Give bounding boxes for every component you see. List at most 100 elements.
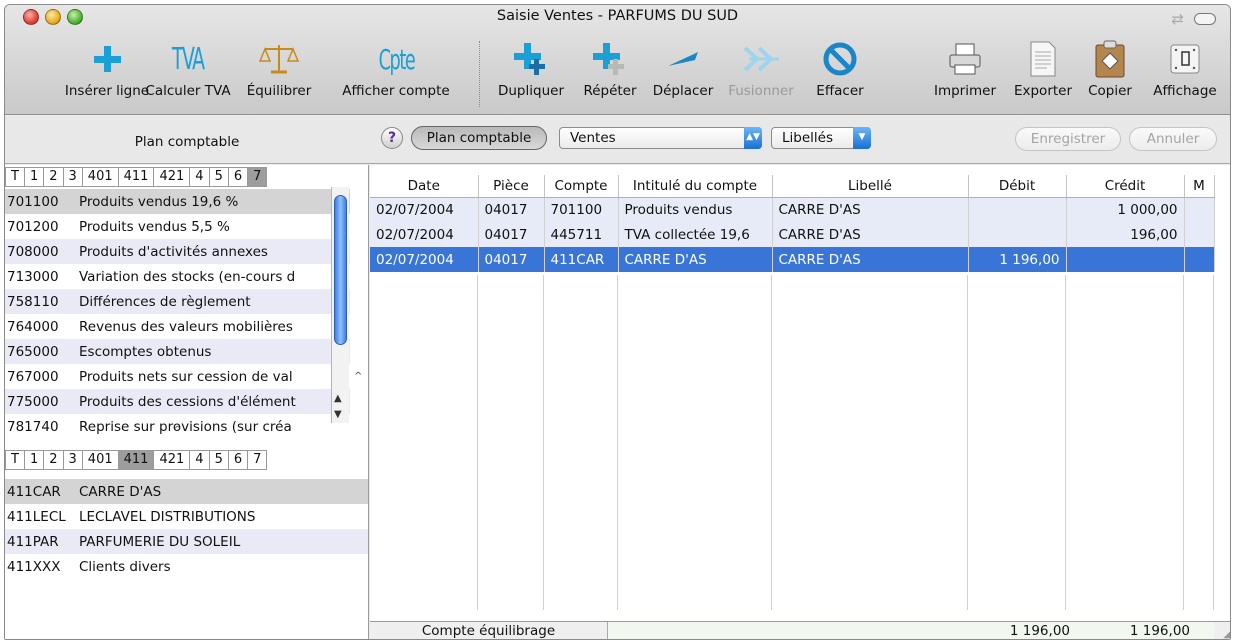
tab-411[interactable]: 411: [117, 167, 154, 187]
tab-421[interactable]: 421: [153, 450, 190, 470]
table-header: Date Pièce Compte Intitulé du compte Lib…: [370, 175, 1215, 198]
column-divider: [477, 275, 478, 610]
entries-pane: Date Pièce Compte Intitulé du compte Lib…: [370, 165, 1230, 639]
tab-2[interactable]: 2: [43, 450, 63, 470]
tab-4[interactable]: 4: [189, 450, 209, 470]
tab-t[interactable]: T: [5, 167, 24, 187]
col-libelle[interactable]: Libellé: [772, 175, 969, 198]
list-item[interactable]: 701100 Produits vendus 19,6 %: [5, 189, 350, 214]
list-item[interactable]: 708000 Produits d'activités annexes: [5, 239, 350, 264]
erase-button[interactable]: Effacer: [805, 35, 875, 115]
tab-6[interactable]: 6: [227, 450, 248, 470]
chevron-down-icon: ▼: [853, 127, 871, 149]
tab-3[interactable]: 3: [62, 167, 82, 187]
control-band: Plan comptable ? Plan comptable Ventes ▲…: [5, 116, 1230, 164]
cpte-icon: Cpte: [378, 42, 415, 76]
col-date[interactable]: Date: [370, 175, 479, 198]
tab-421[interactable]: 421: [153, 167, 190, 187]
col-m[interactable]: M: [1184, 175, 1215, 198]
merge-icon: [721, 35, 801, 83]
tab-411[interactable]: 411: [117, 450, 154, 470]
display-button[interactable]: Affichage: [1145, 35, 1225, 115]
column-divider: [1065, 275, 1066, 610]
list-item[interactable]: 767000 Produits nets sur cession de val: [5, 364, 350, 389]
show-account-button[interactable]: Cpte Afficher compte: [323, 35, 469, 115]
help-button[interactable]: ?: [381, 127, 403, 149]
tab-2[interactable]: 2: [43, 167, 63, 187]
list-item[interactable]: 411LECL LECLAVEL DISTRIBUTIONS: [5, 504, 368, 529]
duplicate-icon: [489, 35, 573, 83]
column-divider: [1213, 275, 1214, 610]
tab-1[interactable]: 1: [23, 167, 44, 187]
save-button[interactable]: Enregistrer: [1015, 127, 1121, 151]
tab-6[interactable]: 6: [227, 167, 248, 187]
repeat-button[interactable]: Répéter: [575, 35, 645, 115]
merge-button[interactable]: Fusionner: [721, 35, 801, 115]
list-item[interactable]: 701200 Produits vendus 5,5 %: [5, 214, 350, 239]
balance-button[interactable]: Équilibrer: [237, 35, 321, 115]
titlebar: Saisie Ventes - PARFUMS DU SUD ⇄ Insérer…: [5, 5, 1230, 115]
tab-401[interactable]: 401: [81, 167, 118, 187]
table-row[interactable]: 02/07/2004 04017 445711 TVA collectée 19…: [370, 222, 1215, 247]
libelles-select[interactable]: Libellés ▼: [771, 127, 871, 149]
cancel-button[interactable]: Annuler: [1129, 127, 1217, 151]
copy-button[interactable]: Copier: [1079, 35, 1141, 115]
list-item[interactable]: 411PAR PARFUMERIE DU SOLEIL: [5, 529, 368, 554]
toolbar-toggle-button[interactable]: [1194, 13, 1216, 25]
calculate-tva-button[interactable]: TVA Calculer TVA: [141, 35, 235, 115]
updown-arrows-icon: ▲▼: [744, 127, 762, 149]
list-item[interactable]: 411CAR CARRE D'AS: [5, 479, 368, 504]
column-divider: [617, 275, 618, 610]
tab-7[interactable]: 7: [247, 167, 268, 187]
table-row[interactable]: 02/07/2004 04017 701100 Produits vendus …: [370, 197, 1215, 222]
account-list-bottom: 411CAR CARRE D'AS 411LECL LECLAVEL DISTRIB…: [5, 479, 368, 579]
pane-splitter[interactable]: ^: [5, 425, 350, 439]
printer-icon: [925, 35, 1005, 83]
account-list-scrollbar[interactable]: ▲ ▼: [331, 187, 349, 423]
list-item[interactable]: 764000 Revenus des valeurs mobilières: [5, 314, 350, 339]
column-divider: [543, 275, 544, 610]
col-piece[interactable]: Pièce: [478, 175, 545, 198]
tab-5[interactable]: 5: [208, 167, 228, 187]
copy-icon: [1079, 35, 1141, 83]
export-button[interactable]: Exporter: [1005, 35, 1081, 115]
duplicate-button[interactable]: Dupliquer: [489, 35, 573, 115]
move-button[interactable]: Déplacer: [645, 35, 721, 115]
col-intitule[interactable]: Intitulé du compte: [618, 175, 773, 198]
tab-3[interactable]: 3: [62, 450, 82, 470]
tab-1[interactable]: 1: [23, 450, 44, 470]
resize-grip-icon[interactable]: ◢: [1223, 629, 1230, 639]
tab-4[interactable]: 4: [189, 167, 209, 187]
scroll-up-arrow-icon[interactable]: ▲: [334, 393, 342, 404]
list-item[interactable]: 765000 Escomptes obtenus: [5, 339, 350, 364]
plan-comptable-button[interactable]: Plan comptable: [411, 126, 547, 150]
print-button[interactable]: Imprimer: [925, 35, 1005, 115]
tab-7[interactable]: 7: [247, 450, 268, 470]
col-credit[interactable]: Crédit: [1066, 175, 1185, 198]
window: Saisie Ventes - PARFUMS DU SUD ⇄ Insérer…: [4, 4, 1231, 640]
list-item[interactable]: 775000 Produits des cessions d'élément: [5, 389, 350, 414]
table-row[interactable]: 02/07/2004 04017 411CAR CARRE D'AS CARRE…: [370, 247, 1215, 272]
toolbar-separator: [479, 41, 480, 107]
column-divider: [1183, 275, 1184, 610]
scroll-down-arrow-icon[interactable]: ▼: [334, 409, 342, 420]
tab-401[interactable]: 401: [81, 450, 118, 470]
list-item[interactable]: 758110 Différences de règlement: [5, 289, 350, 314]
tva-icon: TVA: [172, 41, 205, 77]
entries-table: Date Pièce Compte Intitulé du compte Lib…: [370, 175, 1215, 272]
total-credit: 1 196,00: [1129, 623, 1190, 639]
col-compte[interactable]: Compte: [544, 175, 619, 198]
collapse-pane-icon[interactable]: ^: [354, 371, 362, 382]
list-item[interactable]: 411XXX Clients divers: [5, 554, 368, 579]
tab-t[interactable]: T: [5, 450, 24, 470]
tab-5[interactable]: 5: [208, 450, 228, 470]
erase-icon: [805, 35, 875, 83]
list-item[interactable]: 713000 Variation des stocks (en-cours d: [5, 264, 350, 289]
col-debit[interactable]: Débit: [968, 175, 1067, 198]
window-title: Saisie Ventes - PARFUMS DU SUD: [496, 8, 739, 24]
journal-select[interactable]: Ventes ▲▼: [559, 127, 762, 149]
account-class-tabs-bottom: T 1 2 3 401 411 421 4 5 6 7: [5, 450, 268, 470]
plan-comptable-title: Plan comptable: [134, 134, 240, 150]
scrollbar-thumb[interactable]: [334, 195, 347, 345]
sync-arrows-icon: ⇄: [1171, 10, 1184, 28]
